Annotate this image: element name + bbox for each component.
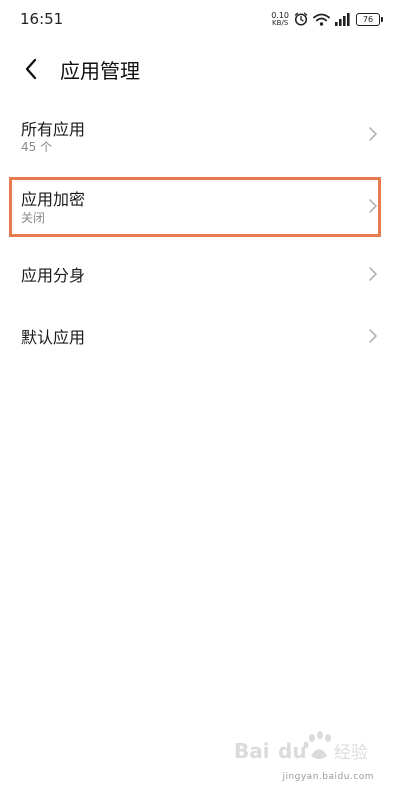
battery-level: 76	[362, 14, 374, 24]
chevron-right-icon	[369, 127, 377, 141]
menu-item-title: 应用加密	[21, 190, 86, 209]
battery-icon: 76	[356, 12, 383, 26]
svg-text:du: du	[278, 739, 307, 763]
menu-item-title: 应用分身	[21, 266, 86, 285]
page-title: 应用管理	[60, 59, 140, 83]
header: 应用管理	[0, 44, 400, 92]
menu-item-title: 默认应用	[21, 328, 86, 347]
chevron-right-icon	[369, 267, 377, 281]
baidu-jingyan-watermark: Bai du 经验	[234, 731, 368, 763]
watermark-url: jingyan.baidu.com	[282, 772, 374, 782]
svg-text:经验: 经验	[334, 743, 368, 763]
menu-item-all-apps[interactable]: 所有应用 45 个	[0, 112, 400, 176]
menu-item-app-encryption[interactable]: 应用加密 关闭	[0, 176, 400, 240]
chevron-right-icon	[369, 329, 377, 343]
svg-text:Bai: Bai	[234, 739, 270, 763]
signal-icon	[335, 12, 350, 26]
menu-item-subtitle: 关闭	[21, 211, 46, 225]
menu-item-app-clone[interactable]: 应用分身	[0, 250, 400, 314]
status-time: 16:51	[20, 10, 64, 28]
chevron-right-icon	[369, 199, 377, 213]
wifi-icon	[313, 13, 330, 26]
menu-item-title: 所有应用	[21, 120, 86, 139]
chevron-left-icon	[25, 58, 37, 80]
status-icons: 0.10 KB/S 76	[271, 10, 383, 28]
alarm-icon	[294, 12, 308, 26]
menu-item-subtitle: 45 个	[21, 140, 53, 154]
status-bar: 16:51 0.10 KB/S 76	[0, 0, 400, 36]
network-speed: 0.10 KB/S	[271, 11, 289, 27]
back-button[interactable]	[14, 52, 48, 86]
network-speed-unit: KB/S	[271, 18, 289, 27]
menu-item-default-apps[interactable]: 默认应用	[0, 312, 400, 376]
